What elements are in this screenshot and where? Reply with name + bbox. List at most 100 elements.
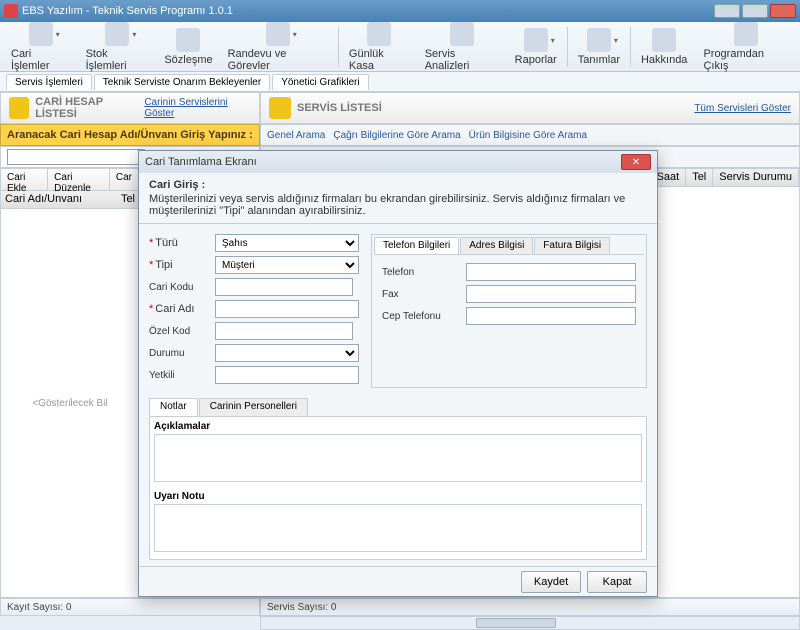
label-code: Cari Kodu	[149, 282, 211, 293]
explanations-textarea[interactable]	[154, 434, 642, 482]
col-status: Servis Durumu	[713, 169, 799, 186]
contact-info-panel: Telefon Bilgileri Adres Bilgisi Fatura B…	[371, 234, 647, 388]
main-toolbar: Cari İşlemler Stok İşlemleri Sözleşme Ra…	[0, 22, 800, 72]
type-select[interactable]: Şahıs	[215, 234, 359, 252]
info-icon	[652, 28, 676, 52]
toolbar-label: Sözleşme	[164, 54, 212, 66]
toolbar-label: Servis Analizleri	[425, 48, 500, 72]
scrollbar-thumb[interactable]	[476, 618, 556, 628]
exit-icon	[734, 22, 758, 46]
left-panel-header: CARİ HESAP LİSTESİ Carinin Servislerini …	[0, 92, 260, 124]
phone-input[interactable]	[466, 263, 636, 281]
gear-icon	[587, 28, 611, 52]
accounts-empty: <Gösterilecek Bil	[1, 209, 139, 597]
right-panel-header: SERVİS LİSTESİ Tüm Servisleri Göster	[260, 92, 800, 124]
accounts-list: Cari Ekle Cari Düzenle Car Cari Adı/Unva…	[0, 168, 140, 598]
tab-invoice[interactable]: Fatura Bilgisi	[534, 237, 610, 254]
dialog-titlebar: Cari Tanımlama Ekranı ✕	[139, 151, 657, 173]
toolbar-raporlar[interactable]: Raporlar	[508, 25, 564, 69]
horizontal-scrollbar[interactable]	[260, 616, 800, 630]
report-icon	[524, 28, 548, 52]
dialog-close-button[interactable]: ✕	[621, 154, 651, 170]
toolbar-label: Günlük Kasa	[349, 48, 410, 72]
account-more-button[interactable]: Car	[110, 169, 139, 190]
filter-call[interactable]: Çağrı Bilgilerine Göre Arama	[333, 130, 460, 141]
dialog-title: Cari Tanımlama Ekranı	[145, 156, 257, 168]
left-status: Kayıt Sayısı: 0	[0, 598, 260, 616]
filter-bar: Genel Arama Çağrı Bilgilerine Göre Arama…	[260, 124, 800, 146]
search-input[interactable]	[7, 149, 145, 165]
add-account-button[interactable]: Cari Ekle	[1, 169, 48, 190]
name-input[interactable]	[215, 300, 359, 318]
toolbar-cari-islemler[interactable]: Cari İşlemler	[4, 19, 78, 75]
separator	[338, 27, 339, 67]
chart-icon	[450, 22, 474, 46]
col-tel: Tel	[121, 193, 135, 205]
kind-select[interactable]: Müşteri	[215, 256, 359, 274]
users-icon	[29, 22, 53, 46]
fax-input[interactable]	[466, 285, 636, 303]
label-explanations: Açıklamalar	[154, 421, 642, 432]
toolbar-exit[interactable]: Programdan Çıkış	[696, 19, 796, 75]
toolbar-kasa[interactable]: Günlük Kasa	[342, 19, 417, 75]
right-status: Servis Sayısı: 0	[260, 598, 800, 616]
maximize-button[interactable]	[742, 4, 768, 18]
account-form: *Türü Şahıs *Tipi Müşteri Cari Kodu *Car…	[149, 234, 359, 388]
calendar-icon	[266, 22, 290, 46]
status-select[interactable]	[215, 344, 359, 362]
tab-personnel[interactable]: Carinin Personelleri	[199, 398, 308, 416]
label-warning: Uyarı Notu	[154, 491, 642, 502]
show-all-services-link[interactable]: Tüm Servisleri Göster	[694, 103, 791, 114]
save-button[interactable]: Kaydet	[521, 571, 581, 593]
window-close-button[interactable]	[770, 4, 796, 18]
cash-icon	[367, 22, 391, 46]
toolbar-label: Raporlar	[515, 54, 557, 66]
tab-notes[interactable]: Notlar	[149, 398, 198, 416]
toolbar-tanimlar[interactable]: Tanımlar	[571, 25, 627, 69]
subtab-bar: Servis İşlemleri Teknik Serviste Onarım …	[0, 72, 800, 92]
toolbar-hakkinda[interactable]: Hakkında	[634, 25, 694, 69]
accounts-column-header: Cari Adı/Unvanı Tel	[1, 191, 139, 209]
mobile-input[interactable]	[466, 307, 636, 325]
col-tel: Tel	[686, 169, 713, 186]
warning-textarea[interactable]	[154, 504, 642, 552]
subtab-onarim[interactable]: Teknik Serviste Onarım Bekleyenler	[94, 74, 270, 90]
subtab-servis[interactable]: Servis İşlemleri	[6, 74, 92, 90]
separator	[567, 27, 568, 67]
tab-phone[interactable]: Telefon Bilgileri	[374, 237, 459, 254]
toolbar-sozlesme[interactable]: Sözleşme	[157, 25, 219, 69]
service-icon	[269, 97, 291, 119]
dialog-desc-title: Cari Giriş :	[149, 179, 647, 191]
toolbar-analiz[interactable]: Servis Analizleri	[418, 19, 507, 75]
edit-account-button[interactable]: Cari Düzenle	[48, 169, 110, 190]
minimize-button[interactable]	[714, 4, 740, 18]
dialog-description: Cari Giriş : Müşterilerinizi veya servis…	[139, 173, 657, 224]
contact-input[interactable]	[215, 366, 359, 384]
search-bar: Aranacak Cari Hesap Adı/Ünvanı Giriş Yap…	[0, 124, 260, 146]
tab-address[interactable]: Adres Bilgisi	[460, 237, 533, 254]
dialog-desc-text: Müşterilerinizi veya servis aldığınız fi…	[149, 193, 625, 217]
label-kind: Tipi	[155, 259, 172, 271]
col-name: Cari Adı/Unvanı	[5, 193, 82, 205]
label-phone: Telefon	[382, 267, 462, 278]
box-icon	[105, 22, 129, 46]
label-fax: Fax	[382, 289, 462, 300]
special-input[interactable]	[215, 322, 353, 340]
label-type: Türü	[155, 237, 178, 249]
label-special: Özel Kod	[149, 326, 211, 337]
filter-general[interactable]: Genel Arama	[267, 130, 325, 141]
code-input[interactable]	[215, 278, 353, 296]
toolbar-randevu[interactable]: Randevu ve Görevler	[221, 19, 335, 75]
filter-product[interactable]: Ürün Bilgisine Göre Arama	[469, 130, 587, 141]
accounts-toolbar: Cari Ekle Cari Düzenle Car	[1, 169, 139, 191]
right-panel-title: SERVİS LİSTESİ	[297, 102, 382, 114]
subtab-grafik[interactable]: Yönetici Grafikleri	[272, 74, 368, 90]
toolbar-label: Hakkında	[641, 54, 687, 66]
close-button[interactable]: Kapat	[587, 571, 647, 593]
dialog-footer: Kaydet Kapat	[139, 566, 657, 596]
label-status: Durumu	[149, 348, 211, 359]
account-dialog: Cari Tanımlama Ekranı ✕ Cari Giriş : Müş…	[138, 150, 658, 597]
toolbar-stok-islemleri[interactable]: Stok İşlemleri	[79, 19, 157, 75]
show-customer-services-link[interactable]: Carinin Servislerini Göster	[144, 97, 251, 119]
separator	[630, 27, 631, 67]
